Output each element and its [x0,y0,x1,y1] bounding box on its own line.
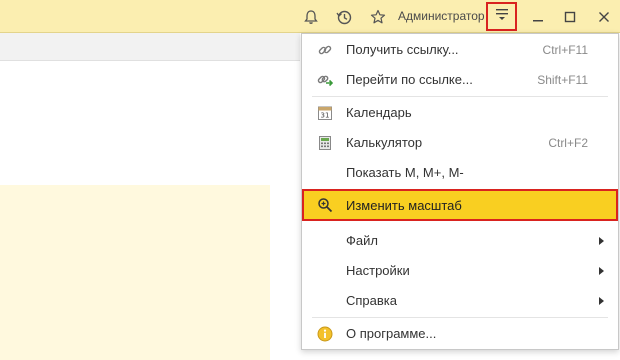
menu-item-get-link[interactable]: Получить ссылку... Ctrl+F11 [302,35,618,65]
bell-icon[interactable] [301,7,321,27]
menu-item-show-memory[interactable]: Показать M, M+, M- [302,158,618,188]
menu-separator [312,317,608,318]
menu-item-shortcut: Ctrl+F2 [548,136,588,150]
menu-item-help[interactable]: Справка [302,286,618,316]
menu-item-label: Справка [346,293,397,308]
close-icon[interactable] [594,7,614,27]
menu-item-label: О программе... [346,326,437,341]
toolbar-strip [0,33,300,61]
star-icon[interactable] [368,7,388,27]
calculator-icon [317,135,333,151]
menu-item-label: Файл [346,233,378,248]
menu-item-label: Калькулятор [346,135,423,150]
link-icon [317,42,333,58]
goto-link-icon [317,72,333,88]
menu-item-go-to-link[interactable]: Перейти по ссылке... Shift+F11 [302,65,618,95]
submenu-arrow-icon [599,297,604,305]
svg-text:31: 31 [321,112,330,120]
content-panel [0,185,270,360]
menu-item-label: Показать M, M+, M- [346,165,464,180]
menu-icon [494,6,510,27]
minimize-icon[interactable] [528,7,548,27]
menu-separator [312,96,608,97]
menu-item-label: Изменить масштаб [346,198,462,213]
menu-item-label: Получить ссылку... [346,42,459,57]
user-name[interactable]: Администратор [398,9,485,23]
main-menu-dropdown: Получить ссылку... Ctrl+F11 Перейти по с… [301,33,619,350]
calendar-icon: 31 [317,105,333,121]
menu-item-about[interactable]: О программе... [302,319,618,349]
submenu-arrow-icon [599,267,604,275]
menu-item-change-zoom[interactable]: Изменить масштаб [302,189,618,221]
history-icon[interactable] [334,7,354,27]
menu-item-shortcut: Ctrl+F11 [542,43,588,57]
submenu-arrow-icon [599,237,604,245]
info-icon [317,326,333,342]
menu-item-shortcut: Shift+F11 [537,73,588,87]
zoom-icon [317,197,333,213]
menu-item-calculator[interactable]: Калькулятор Ctrl+F2 [302,128,618,158]
menu-item-label: Календарь [346,105,412,120]
main-menu-button[interactable] [486,2,517,31]
menu-item-calendar[interactable]: 31 Календарь [302,98,618,128]
menu-item-label: Перейти по ссылке... [346,72,473,87]
title-bar: Администратор [0,0,620,33]
menu-item-label: Настройки [346,263,410,278]
maximize-icon[interactable] [560,7,580,27]
menu-item-file[interactable]: Файл [302,226,618,256]
menu-item-settings[interactable]: Настройки [302,256,618,286]
